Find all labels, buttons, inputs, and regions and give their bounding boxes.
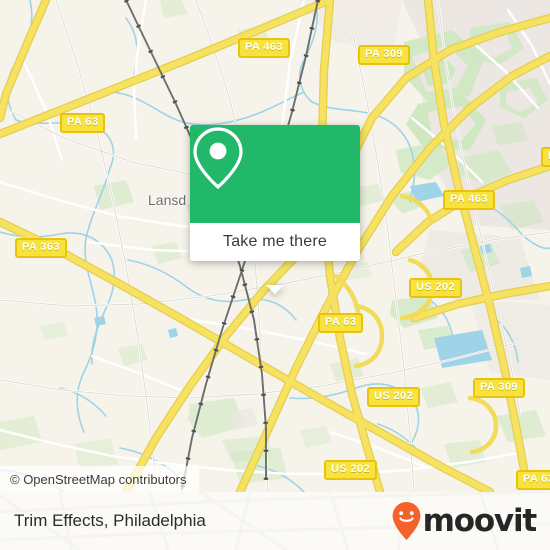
road-shield: PA 363: [15, 238, 67, 258]
place-label-lansdale: Lansd: [148, 192, 187, 208]
take-me-there-button[interactable]: Take me there: [223, 233, 327, 251]
road-shield: US 202: [409, 278, 463, 298]
road-shield: PA 463: [443, 190, 495, 210]
map-canvas[interactable]: Lansd PA 463 PA 309 PA 63 PA 463 PA 363 …: [0, 0, 550, 492]
road-shield: PA 63: [318, 313, 364, 333]
poi-title: Trim Effects, Philadelphia: [14, 511, 206, 530]
road-shield: PA 63: [516, 470, 550, 490]
road-shield: PA 309: [473, 378, 525, 398]
road-shield: PA 63: [60, 113, 106, 133]
road-shield: PA 309: [358, 45, 410, 65]
road-shield: PA 463: [238, 38, 290, 58]
location-pin-icon: [193, 127, 243, 190]
bottom-info-bar: Trim Effects, Philadelphia moovit: [0, 492, 550, 550]
moovit-logo[interactable]: moovit: [391, 501, 538, 541]
map-screen: Lansd PA 463 PA 309 PA 63 PA 463 PA 363 …: [0, 0, 550, 550]
map-attribution[interactable]: © OpenStreetMap contributors: [0, 466, 199, 492]
moovit-wordmark: moovit: [422, 502, 538, 539]
road-shield: US 202: [367, 387, 421, 407]
popup-header: [190, 125, 360, 223]
attribution-text: © OpenStreetMap contributors: [10, 471, 187, 487]
moovit-smiley-pin-icon: [392, 502, 421, 540]
popup-footer[interactable]: Take me there: [190, 223, 360, 261]
popup-tail: [266, 285, 284, 294]
location-popup-card[interactable]: Take me there: [190, 125, 360, 294]
road-shield: US 202: [324, 460, 378, 480]
road-shield-partial: PA: [541, 147, 550, 167]
